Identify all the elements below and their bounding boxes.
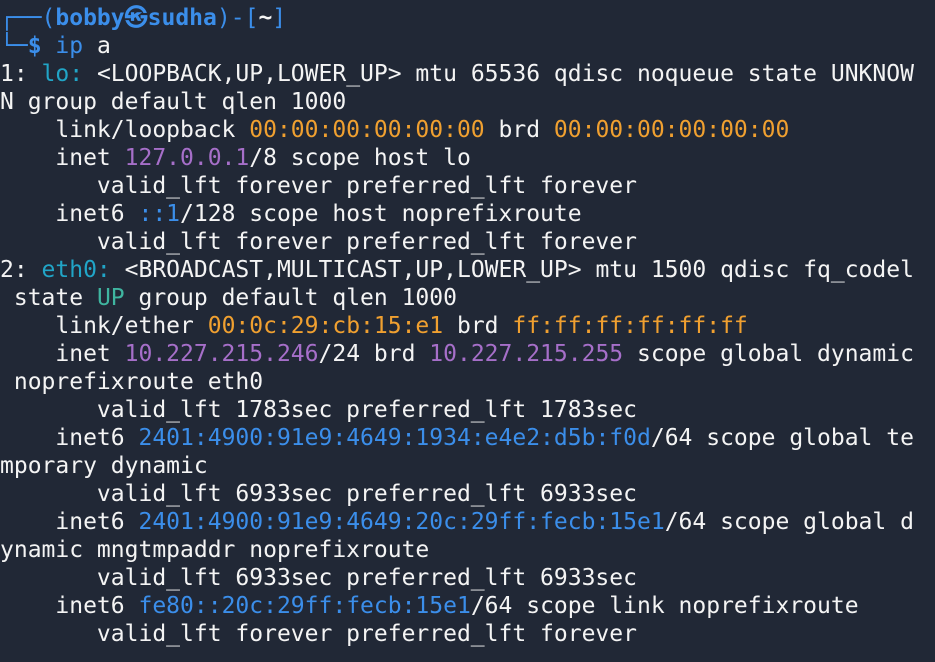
output-segment: inet [0,341,125,367]
output-segment: fe80::20c:29ff:fecb:15e1 [138,593,471,619]
prompt-line-1: ┌──(bobby㉿sudha)-[~] [0,4,935,32]
output-segment: scope global dynamic [623,341,914,367]
output-line: valid_lft forever preferred_lft forever [0,172,935,200]
output-line: link/ether 00:0c:29:cb:15:e1 brd ff:ff:f… [0,312,935,340]
prompt-frame-mid: )-[ [216,5,259,31]
output-segment: /64 scope global d [664,509,914,535]
output-segment: valid_lft 6933sec preferred_lft 6933sec [0,481,637,507]
output-segment: noprefixroute eth0 [0,369,264,395]
output-line: 1: lo: <LOOPBACK,UP,LOWER_UP> mtu 65536 … [0,60,935,88]
output-line: valid_lft 6933sec preferred_lft 6933sec [0,480,935,508]
output-line: mporary dynamic [0,452,935,480]
output-line: N group default qlen 1000 [0,88,935,116]
output-segment: <BROADCAST,MULTICAST,UP,LOWER_UP> mtu 15… [110,257,914,283]
output-line: inet6 2401:4900:91e9:4649:1934:e4e2:d5b:… [0,424,935,452]
prompt-line-2[interactable]: └─$ ip a [0,32,935,60]
output-segment: brd [484,117,554,143]
output-line: inet6 2401:4900:91e9:4649:20c:29ff:fecb:… [0,508,935,536]
prompt-at-icon: ㉿ [124,5,148,31]
output-segment: 2401:4900:91e9:4649:1934:e4e2:d5b:f0d [138,425,651,451]
output-segment: valid_lft 6933sec preferred_lft 6933sec [0,565,637,591]
terminal-window[interactable]: ┌──(bobby㉿sudha)-[~] └─$ ip a 1: lo: <LO… [0,0,935,662]
output-segment: group default qlen 1000 [124,285,457,311]
output-segment: inet6 [0,593,139,619]
prompt-frame-top: ┌──( [0,5,56,31]
output-segment: N group default qlen 1000 [0,89,347,115]
output-segment: 2401:4900:91e9:4649:20c:29ff:fecb:15e1 [138,509,665,535]
output-line: link/loopback 00:00:00:00:00:00 brd 00:0… [0,116,935,144]
output-segment: /8 scope host lo [249,145,471,171]
output-segment: valid_lft forever preferred_lft forever [0,229,637,255]
output-line: valid_lft 6933sec preferred_lft 6933sec [0,564,935,592]
output-segment: inet6 [0,509,139,535]
output-segment: inet6 [0,201,139,227]
output-segment: 00:00:00:00:00:00 [553,117,790,143]
prompt-user: bobby [55,5,125,31]
output-segment: ::1 [138,201,181,227]
prompt-dollar: $ [27,33,42,59]
output-segment: lo: [41,61,84,87]
output-line: inet6 ::1/128 scope host noprefixroute [0,200,935,228]
output-line: inet6 fe80::20c:29ff:fecb:15e1/64 scope … [0,592,935,620]
command-output: 1: lo: <LOOPBACK,UP,LOWER_UP> mtu 65536 … [0,60,935,648]
output-segment: 2: [0,257,42,283]
output-line: valid_lft forever preferred_lft forever [0,620,935,648]
output-segment: 10.227.215.255 [429,341,624,367]
output-segment: <LOOPBACK,UP,LOWER_UP> mtu 65536 qdisc n… [83,61,914,87]
output-segment: state [0,285,97,311]
output-segment: inet6 [0,425,139,451]
output-line: inet 127.0.0.1/8 scope host lo [0,144,935,172]
output-segment: 10.227.215.246 [124,341,319,367]
output-segment: valid_lft forever preferred_lft forever [0,173,637,199]
output-segment: 127.0.0.1 [124,145,250,171]
output-segment: brd [443,313,513,339]
output-segment: /64 scope link noprefixroute [470,593,859,619]
prompt-frame-end: ] [272,5,287,31]
prompt-frame-bottom: └─ [0,33,28,59]
output-segment: valid_lft forever preferred_lft forever [0,621,637,647]
output-segment: ynamic mngtmpaddr noprefixroute [0,537,430,563]
output-segment: inet [0,145,125,171]
output-segment: ff:ff:ff:ff:ff:ff [512,313,748,339]
output-segment: 1: [0,61,42,87]
output-line: noprefixroute eth0 [0,368,935,396]
prompt-cwd: ~ [258,5,273,31]
prompt-host: sudha [147,5,217,31]
command-argument: a [96,33,111,59]
output-line: 2: eth0: <BROADCAST,MULTICAST,UP,LOWER_U… [0,256,935,284]
output-line: valid_lft forever preferred_lft forever [0,228,935,256]
output-segment: valid_lft 1783sec preferred_lft 1783sec [0,397,637,423]
output-segment: mporary dynamic [0,453,208,479]
output-line: inet 10.227.215.246/24 brd 10.227.215.25… [0,340,935,368]
output-segment: 00:0c:29:cb:15:e1 [207,313,444,339]
output-segment: /64 scope global te [650,425,914,451]
output-segment: link/ether [0,313,208,339]
output-segment: /24 brd [318,341,430,367]
output-line: valid_lft 1783sec preferred_lft 1783sec [0,396,935,424]
output-segment: /128 scope host noprefixroute [180,201,582,227]
output-line: state UP group default qlen 1000 [0,284,935,312]
output-segment: 00:00:00:00:00:00 [249,117,485,143]
output-segment: link/loopback [0,117,250,143]
output-segment: eth0: [41,257,111,283]
output-segment: UP [96,285,125,311]
output-line: ynamic mngtmpaddr noprefixroute [0,536,935,564]
command-name: ip [55,33,84,59]
